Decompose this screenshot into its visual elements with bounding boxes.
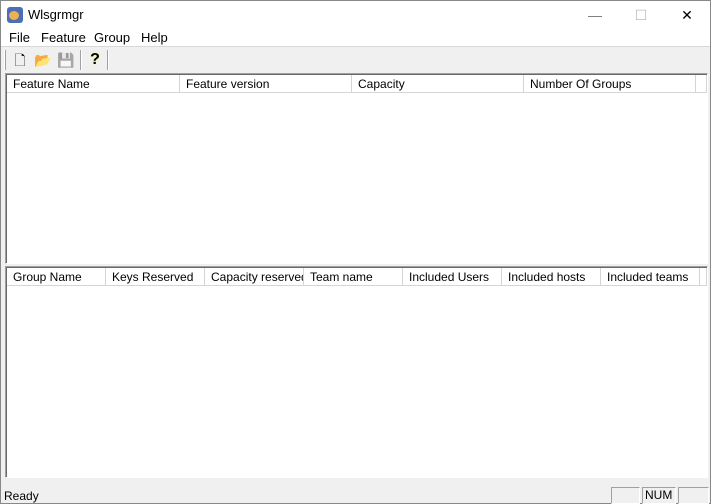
column-header-group-name[interactable]: Group Name: [7, 268, 106, 286]
menu-group[interactable]: Group: [94, 30, 130, 45]
column-header-number-of-groups[interactable]: Number Of Groups: [524, 75, 696, 93]
column-header-included-users[interactable]: Included Users: [403, 268, 502, 286]
column-header-feature-version[interactable]: Feature version: [180, 75, 352, 93]
column-header-filler: [696, 75, 707, 93]
title-bar: Wlsgrmgr — ☐ ✕: [1, 1, 710, 30]
maximize-button[interactable]: ☐: [618, 1, 664, 30]
status-bar: Ready NUM: [1, 486, 710, 504]
menu-file[interactable]: File: [9, 30, 30, 45]
features-table[interactable]: Feature Name Feature version Capacity Nu…: [5, 73, 708, 264]
column-header-team-name[interactable]: Team name: [304, 268, 403, 286]
new-file-icon[interactable]: 🗋: [10, 50, 30, 70]
save-icon[interactable]: 💾: [56, 50, 76, 70]
column-header-keys-reserved[interactable]: Keys Reserved: [106, 268, 205, 286]
groups-table[interactable]: Group Name Keys Reserved Capacity reserv…: [5, 266, 708, 478]
status-pane-scroll: [678, 487, 709, 504]
column-header-feature-name[interactable]: Feature Name: [7, 75, 180, 93]
column-header-capacity-reserved[interactable]: Capacity reserved: [205, 268, 304, 286]
column-header-included-teams[interactable]: Included teams: [601, 268, 700, 286]
menu-help[interactable]: Help: [141, 30, 168, 45]
toolbar: 🗋 📂 💾 ?: [1, 46, 710, 72]
window-title: Wlsgrmgr: [28, 7, 84, 22]
status-pane-caps: [611, 487, 640, 504]
status-pane-num: NUM: [642, 487, 676, 504]
open-folder-icon[interactable]: 📂: [33, 50, 53, 70]
column-header-filler: [700, 268, 707, 286]
menu-bar: File Feature Group Help: [1, 30, 710, 46]
menu-feature[interactable]: Feature: [41, 30, 86, 45]
help-icon[interactable]: ?: [85, 50, 105, 70]
minimize-button[interactable]: —: [572, 1, 618, 30]
toolbar-grip[interactable]: [4, 50, 6, 70]
toolbar-separator: [107, 50, 109, 70]
column-header-capacity[interactable]: Capacity: [352, 75, 524, 93]
status-text: Ready: [4, 489, 39, 503]
close-button[interactable]: ✕: [664, 1, 710, 30]
column-header-included-hosts[interactable]: Included hosts: [502, 268, 601, 286]
app-icon: [7, 7, 23, 23]
toolbar-separator: [80, 50, 82, 70]
